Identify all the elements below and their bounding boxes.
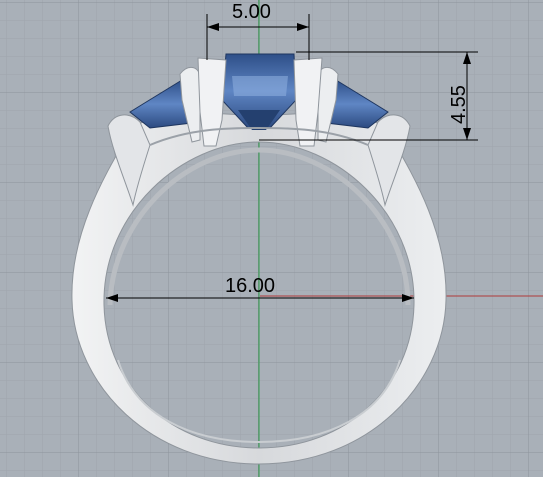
viewport-canvas[interactable] bbox=[0, 0, 543, 477]
dimension-height-label: 4.55 bbox=[448, 85, 470, 124]
dimension-top-width-label: 5.00 bbox=[232, 1, 271, 23]
dimension-ring-width-label: 16.00 bbox=[225, 275, 276, 297]
cad-viewport[interactable]: 5.00 16.00 4.55 bbox=[0, 0, 543, 477]
center-stone-facet bbox=[232, 76, 288, 96]
